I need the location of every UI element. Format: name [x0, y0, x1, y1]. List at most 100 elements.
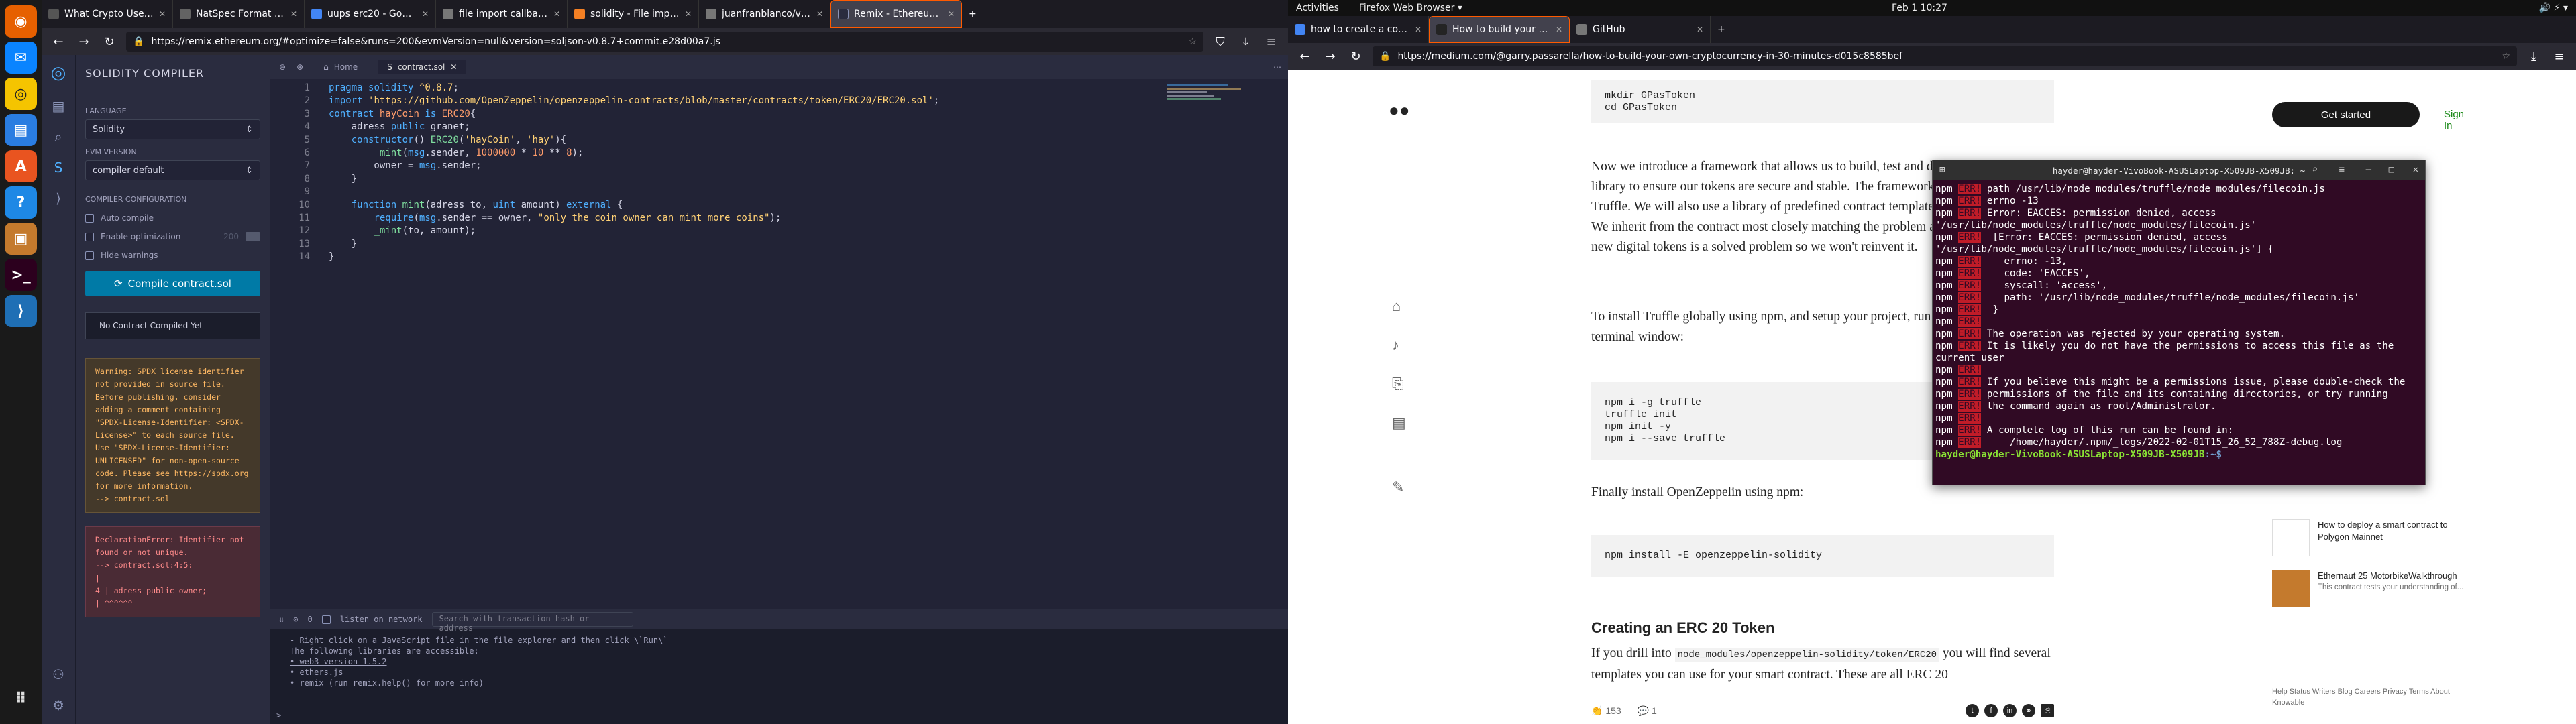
evm-version-select[interactable]: compiler default ⇕ [85, 160, 260, 180]
tab-medium-article[interactable]: How to build your own c ✕ [1429, 16, 1570, 43]
linkedin-icon[interactable]: in [2003, 704, 2017, 717]
close-icon[interactable]: ✕ [685, 9, 692, 19]
zoom-in-icon[interactable]: ⊕ [297, 62, 303, 72]
tab-import-callback[interactable]: file import callback not ✕ [436, 0, 568, 28]
remix-logo-icon[interactable]: ◎ [51, 63, 66, 83]
tab-github[interactable]: GitHub ✕ [1570, 16, 1711, 43]
terminal-output[interactable]: npm ERR! path /usr/lib/node_modules/truf… [1933, 180, 2425, 463]
sign-in-link[interactable]: Sign In [2444, 109, 2464, 131]
download-icon[interactable]: ⤓ [2525, 50, 2542, 64]
compiler-icon[interactable]: S [54, 160, 63, 176]
code-content[interactable]: pragma solidity ^0.8.7; import 'https://… [329, 82, 939, 264]
tab-google[interactable]: uups erc20 - Google Sea ✕ [305, 0, 436, 28]
story-title[interactable]: How to deploy a smart contract to Polygo… [2318, 519, 2472, 543]
write-icon[interactable]: ✎ [1392, 479, 1404, 496]
clock[interactable]: Feb 1 10:27 [1892, 3, 1947, 13]
download-icon[interactable]: ⤓ [1237, 35, 1254, 49]
shell-prompt[interactable]: hayder@hayder-VivoBook-ASUSLaptop-X509JB… [1935, 448, 2422, 461]
enable-optimization-checkbox[interactable]: Enable optimization 200 [85, 232, 260, 241]
settings-gear-icon[interactable]: ⚙ [52, 697, 64, 713]
story-title[interactable]: Ethernaut 25 MotorbikeWalkthrough [2318, 570, 2472, 582]
firefox-icon[interactable]: ◉ [5, 5, 37, 38]
show-apps-icon[interactable]: ⠿ [5, 682, 37, 715]
bookmark-icon[interactable]: ⎘ [2041, 704, 2054, 717]
close-icon[interactable]: ✕ [159, 9, 166, 19]
tab-contract-sol[interactable]: Scontract.sol ✕ [378, 60, 467, 74]
reload-icon[interactable]: ↻ [1347, 50, 1364, 64]
compile-button[interactable]: ⟳ Compile contract.sol [85, 271, 260, 296]
menu-icon[interactable]: ≡ [2339, 164, 2345, 175]
home-icon[interactable]: ⌂ [1392, 298, 1401, 315]
get-started-button[interactable]: Get started [2272, 102, 2420, 127]
bookmark-star-icon[interactable]: ☆ [1188, 36, 1197, 47]
runs-input[interactable]: 200 [223, 232, 239, 241]
transaction-search-input[interactable]: Search with transaction hash or address [431, 612, 633, 633]
bookmark-star-icon[interactable]: ☆ [2502, 51, 2510, 62]
code-editor[interactable]: 1 2 3 4 5 6 7 8 9 10 11 12 13 14 pragma solidity ^0.8… [270, 79, 1288, 609]
stories-icon[interactable]: ▤ [1392, 414, 1406, 432]
maximize-icon[interactable]: □ [2389, 164, 2394, 175]
plugin-icon[interactable]: ⚇ [52, 666, 64, 682]
hide-warnings-checkbox[interactable]: Hide warnings [85, 251, 260, 260]
minimap[interactable] [1167, 83, 1248, 123]
tab-natspec[interactable]: NatSpec Format — Solidi ✕ [173, 0, 305, 28]
pocket-icon[interactable]: ⛉ [1212, 35, 1229, 49]
terminal-icon[interactable]: >_ [5, 259, 37, 291]
close-icon[interactable]: ✕ [450, 62, 457, 72]
checkbox[interactable] [85, 251, 94, 260]
facebook-icon[interactable]: f [1984, 704, 1998, 717]
back-icon[interactable]: ← [50, 35, 67, 49]
menu-icon[interactable]: ≡ [2551, 50, 2568, 64]
checkbox[interactable] [85, 232, 94, 241]
file-explorer-icon[interactable]: ▤ [52, 98, 65, 114]
gnome-terminal-window[interactable]: ⊞ hayder@hayder-VivoBook-ASUSLaptop-X509… [1932, 160, 2426, 485]
rhythmbox-icon[interactable]: ◎ [5, 78, 37, 110]
new-tab-button[interactable]: + [1711, 16, 1737, 43]
minimize-icon[interactable]: – [2366, 164, 2371, 175]
terminal-titlebar[interactable]: ⊞ hayder@hayder-VivoBook-ASUSLaptop-X509… [1933, 160, 2425, 180]
thunderbird-icon[interactable]: ✉ [5, 42, 37, 74]
bookmarks-icon[interactable]: ⎘ [1392, 375, 1404, 393]
close-icon[interactable]: ✕ [1556, 25, 1562, 34]
link-icon[interactable]: ⚭ [2022, 704, 2035, 717]
clear-terminal-icon[interactable]: ⊘ [293, 615, 298, 624]
menu-icon[interactable]: ≡ [1263, 35, 1280, 49]
close-icon[interactable]: ✕ [290, 9, 297, 19]
tab-vscode-solidity[interactable]: juanfranblanco/vscode-s ✕ [699, 0, 830, 28]
package-icon[interactable]: ▣ [5, 223, 37, 255]
auto-compile-checkbox[interactable]: Auto compile [85, 213, 260, 223]
writer-icon[interactable]: ▤ [5, 114, 37, 146]
terminal-prompt[interactable]: > [276, 711, 281, 720]
close-icon[interactable]: ✕ [1415, 25, 1421, 34]
language-select[interactable]: Solidity ⇕ [85, 119, 260, 139]
app-menu[interactable]: Firefox Web Browser ▾ [1359, 3, 1462, 13]
twitter-icon[interactable]: t [1966, 704, 1979, 717]
tab-home[interactable]: ⌂ Home [314, 60, 367, 74]
clap-button[interactable]: 👏 153 [1591, 705, 1621, 717]
comment-button[interactable]: 💬 1 [1638, 705, 1657, 717]
url-bar[interactable]: 🔒 https://medium.com/@garry.passarella/h… [1373, 46, 2517, 66]
new-tab-icon[interactable]: ⊞ [1939, 164, 1945, 175]
search-icon[interactable]: ⌕ [54, 129, 62, 145]
help-icon[interactable]: ? [5, 186, 37, 219]
listen-network-checkbox[interactable] [321, 615, 331, 624]
forward-icon[interactable]: → [1322, 50, 1339, 64]
runs-stepper[interactable] [246, 232, 260, 241]
notifications-icon[interactable]: ♪ [1392, 337, 1399, 354]
activities-button[interactable]: Activities [1296, 3, 1339, 13]
medium-logo-icon[interactable]: ●● [1389, 101, 1409, 121]
zoom-out-icon[interactable]: ⊖ [279, 62, 286, 72]
software-icon[interactable]: A [5, 150, 37, 182]
tab-crypto[interactable]: What Crypto Users Need ✕ [42, 0, 173, 28]
tab-coin-search[interactable]: how to create a coin usin ✕ [1288, 16, 1429, 43]
close-icon[interactable]: ✕ [1697, 25, 1703, 34]
tab-remix[interactable]: Remix - Ethereum IDE ✕ [830, 0, 962, 28]
url-bar[interactable]: 🔒 https://remix.ethereum.org/#optimize=f… [126, 32, 1203, 52]
tab-stackexchange[interactable]: solidity - File import cal ✕ [568, 0, 699, 28]
checkbox[interactable] [85, 213, 94, 223]
vscode-icon[interactable]: ⟩ [5, 295, 37, 327]
close-icon[interactable]: ✕ [816, 9, 823, 19]
deploy-icon[interactable]: ⟩ [56, 190, 61, 206]
reload-icon[interactable]: ↻ [101, 35, 118, 49]
close-icon[interactable]: ✕ [948, 9, 955, 19]
